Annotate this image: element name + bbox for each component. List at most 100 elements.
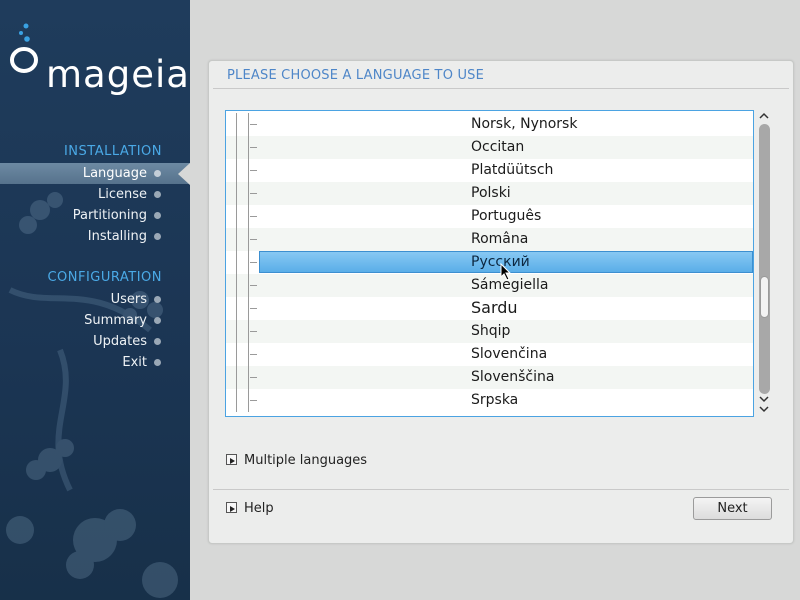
chevron-down-icon[interactable]	[757, 403, 771, 417]
tree-branch	[250, 285, 257, 286]
list-item[interactable]: Shqip	[226, 320, 753, 343]
nav-item-label: Installing	[87, 229, 147, 244]
tree-branch	[250, 377, 257, 378]
list-item[interactable]: Slovenčina	[226, 343, 753, 366]
nav-item-installing[interactable]: Installing	[0, 226, 190, 247]
bullet-icon	[154, 359, 161, 366]
active-indicator-icon	[178, 163, 190, 185]
tree-line	[236, 136, 237, 159]
tree-line	[236, 274, 237, 297]
tree-line	[248, 113, 249, 136]
list-item[interactable]: Norsk, Nynorsk	[226, 113, 753, 136]
tree-branch	[250, 124, 257, 125]
mouse-pointer-icon	[500, 263, 512, 281]
mageia-logo: mageia	[8, 22, 189, 93]
tree-branch	[250, 262, 257, 263]
tree-line	[236, 228, 237, 251]
tree-line	[236, 251, 237, 274]
list-item-label: Norsk, Nynorsk	[471, 116, 578, 132]
chevron-down-icon	[759, 406, 769, 413]
list-item[interactable]: Slovenščina	[226, 366, 753, 389]
list-item-label: Sardu	[471, 298, 518, 317]
tree-line	[236, 182, 237, 205]
nav-item-label: Exit	[122, 355, 147, 370]
chevron-up-icon	[759, 112, 769, 119]
nav-item-label: Language	[82, 166, 147, 181]
bullet-icon	[154, 191, 161, 198]
chevron-down-icon	[759, 396, 769, 403]
tree-branch	[250, 239, 257, 240]
list-item[interactable]: Sámegiella	[226, 274, 753, 297]
tree-line	[236, 297, 237, 320]
triangle-right-icon	[230, 506, 235, 512]
list-item-label: Shqip	[471, 323, 511, 339]
nav-item-summary[interactable]: Summary	[0, 310, 190, 331]
list-item-label: Platdüütsch	[471, 162, 554, 178]
tree-line	[248, 159, 249, 182]
list-item[interactable]: Polski	[226, 182, 753, 205]
section-title-configuration: CONFIGURATION	[47, 270, 162, 285]
tree-line	[248, 228, 249, 251]
tree-line	[236, 113, 237, 136]
list-item-label: Româna	[471, 231, 529, 247]
tree-line	[236, 389, 237, 412]
tree-line	[236, 366, 237, 389]
tree-branch	[250, 170, 257, 171]
tree-line	[236, 343, 237, 366]
nav-item-label: Summary	[84, 313, 147, 328]
scrollbar-thumb[interactable]	[760, 276, 769, 318]
page-title: PLEASE CHOOSE A LANGUAGE TO USE	[227, 68, 485, 83]
tree-branch	[250, 216, 257, 217]
tree-line	[248, 136, 249, 159]
bullet-icon	[154, 317, 161, 324]
list-item-selected[interactable]: Русский	[226, 251, 753, 274]
divider	[213, 88, 789, 89]
tree-line	[248, 205, 249, 228]
tree-line	[236, 320, 237, 343]
vertical-scrollbar[interactable]	[757, 110, 771, 417]
tree-line	[236, 159, 237, 182]
nav-item-license[interactable]: License	[0, 184, 190, 205]
list-item[interactable]: Srpska	[226, 389, 753, 412]
next-button[interactable]: Next	[693, 497, 772, 520]
bullet-icon	[154, 338, 161, 345]
tree-line	[248, 297, 249, 320]
nav-item-partitioning[interactable]: Partitioning	[0, 205, 190, 226]
nav-item-exit[interactable]: Exit	[0, 352, 190, 373]
bullet-icon	[154, 170, 161, 177]
nav-item-language[interactable]: Language	[0, 163, 190, 185]
list-item-label: Polski	[471, 185, 511, 201]
mageia-logo-icon	[10, 23, 38, 73]
expander-box	[226, 454, 237, 465]
expander-label: Multiple languages	[244, 453, 368, 468]
tree-line	[236, 205, 237, 228]
chevron-up-icon[interactable]	[757, 110, 771, 124]
list-item[interactable]: Português	[226, 205, 753, 228]
triangle-right-icon	[230, 458, 235, 464]
list-item[interactable]: Occitan	[226, 136, 753, 159]
list-item[interactable]: Româna	[226, 228, 753, 251]
logo-text: mageia	[46, 53, 190, 96]
nav-item-label: Updates	[93, 334, 147, 349]
tree-line	[248, 389, 249, 412]
scrollbar-track[interactable]	[759, 124, 770, 394]
tree-line	[248, 274, 249, 297]
divider	[213, 489, 789, 490]
tree-line	[248, 320, 249, 343]
expander-label: Help	[244, 501, 274, 516]
sidebar: mageia INSTALLATION Language License Par…	[0, 0, 190, 600]
list-item[interactable]: Sardu	[226, 297, 753, 320]
list-item-label: Srpska	[471, 392, 519, 408]
tree-line	[248, 251, 249, 274]
list-item[interactable]: Platdüütsch	[226, 159, 753, 182]
tree-line	[248, 366, 249, 389]
tree-branch	[250, 147, 257, 148]
nav-item-label: Users	[110, 292, 147, 307]
tree-branch	[250, 308, 257, 309]
nav-item-users[interactable]: Users	[0, 289, 190, 310]
nav-item-updates[interactable]: Updates	[0, 331, 190, 352]
expander-box	[226, 502, 237, 513]
bullet-icon	[154, 212, 161, 219]
language-list[interactable]: Norsk, Nynorsk Occitan Platdüütsch Polsk…	[225, 110, 754, 417]
bullet-icon	[154, 233, 161, 240]
